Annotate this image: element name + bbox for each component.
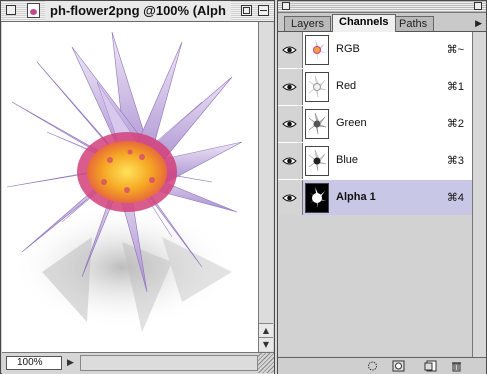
vertical-scrollbar[interactable]: ▲ ▼ (258, 22, 273, 352)
channel-shortcut: ⌘~ (446, 44, 464, 56)
flower-image (6, 31, 243, 332)
visibility-toggle[interactable] (278, 32, 303, 68)
channel-row-red[interactable]: Red ⌘1 (278, 69, 486, 107)
eye-icon (282, 120, 297, 128)
document-status-bar: 100% ▶ (2, 352, 274, 374)
new-channel-icon[interactable] (424, 360, 437, 372)
tab-layers[interactable]: Layers (284, 16, 332, 31)
palette-close-box[interactable] (282, 2, 290, 10)
channel-thumbnail (305, 72, 329, 102)
resize-grip-icon[interactable] (258, 353, 274, 373)
palette-tabs: Layers Channels Paths ▶ (278, 13, 486, 32)
channel-row-green[interactable]: Green ⌘2 (278, 106, 486, 144)
palette-menu-arrow-icon[interactable]: ▶ (475, 19, 482, 29)
channel-name: Blue (336, 154, 359, 166)
collapse-box[interactable] (258, 5, 269, 16)
palette-title-bar[interactable] (278, 1, 486, 13)
scroll-up-arrow[interactable]: ▲ (259, 323, 273, 337)
status-menu-arrow-icon[interactable]: ▶ (67, 358, 74, 368)
channel-name: Green (336, 117, 367, 129)
zoom-level-field[interactable]: 100% (6, 356, 62, 370)
document-title-bar[interactable]: ph-flower2png @100% (Alph (1, 1, 274, 22)
channel-list-empty-area (278, 215, 486, 356)
tab-paths[interactable]: Paths (392, 16, 435, 31)
channel-name: Red (336, 80, 357, 92)
channel-row-alpha-1[interactable]: Alpha 1 ⌘4 (278, 180, 486, 218)
close-box[interactable] (6, 5, 16, 15)
eye-icon (282, 194, 297, 202)
channel-name: Alpha 1 (336, 191, 376, 203)
channel-thumbnail (305, 109, 329, 139)
image-canvas[interactable] (2, 22, 258, 352)
channel-row-rgb[interactable]: RGB ⌘~ (278, 32, 486, 70)
palette-button-bar (278, 357, 486, 374)
channel-shortcut: ⌘4 (446, 192, 464, 204)
eye-icon (282, 46, 297, 54)
visibility-toggle[interactable] (278, 69, 303, 105)
channel-name: RGB (336, 43, 360, 55)
horizontal-scrollbar[interactable] (80, 355, 258, 371)
palette-collapse-box[interactable] (474, 2, 482, 10)
channel-thumbnail (305, 183, 329, 213)
channel-shortcut: ⌘2 (446, 118, 464, 130)
tab-channels[interactable]: Channels (332, 14, 396, 32)
palette-scrollbar[interactable] (472, 32, 486, 357)
visibility-toggle[interactable] (278, 180, 303, 216)
document-window: ph-flower2png @100% (Alph ▲ ▼ 100% ▶ (0, 0, 275, 374)
document-icon (27, 3, 40, 18)
document-title: ph-flower2png @100% (Alph (45, 1, 231, 21)
trash-icon[interactable] (450, 360, 463, 372)
channel-thumbnail (305, 35, 329, 65)
visibility-toggle[interactable] (278, 143, 303, 179)
eye-icon (282, 157, 297, 165)
save-selection-icon[interactable] (392, 360, 405, 372)
eye-icon (282, 83, 297, 91)
scroll-down-arrow[interactable]: ▼ (259, 337, 273, 351)
channels-palette: Layers Channels Paths ▶ RGB ⌘~ Red ⌘1 Gr… (277, 0, 487, 374)
channel-row-blue[interactable]: Blue ⌘3 (278, 143, 486, 181)
flower-center (87, 141, 167, 203)
channel-thumbnail (305, 146, 329, 176)
channel-shortcut: ⌘3 (446, 155, 464, 167)
zoom-box[interactable] (241, 5, 252, 16)
channel-shortcut: ⌘1 (446, 81, 464, 93)
load-selection-icon[interactable] (366, 360, 379, 372)
visibility-toggle[interactable] (278, 106, 303, 142)
